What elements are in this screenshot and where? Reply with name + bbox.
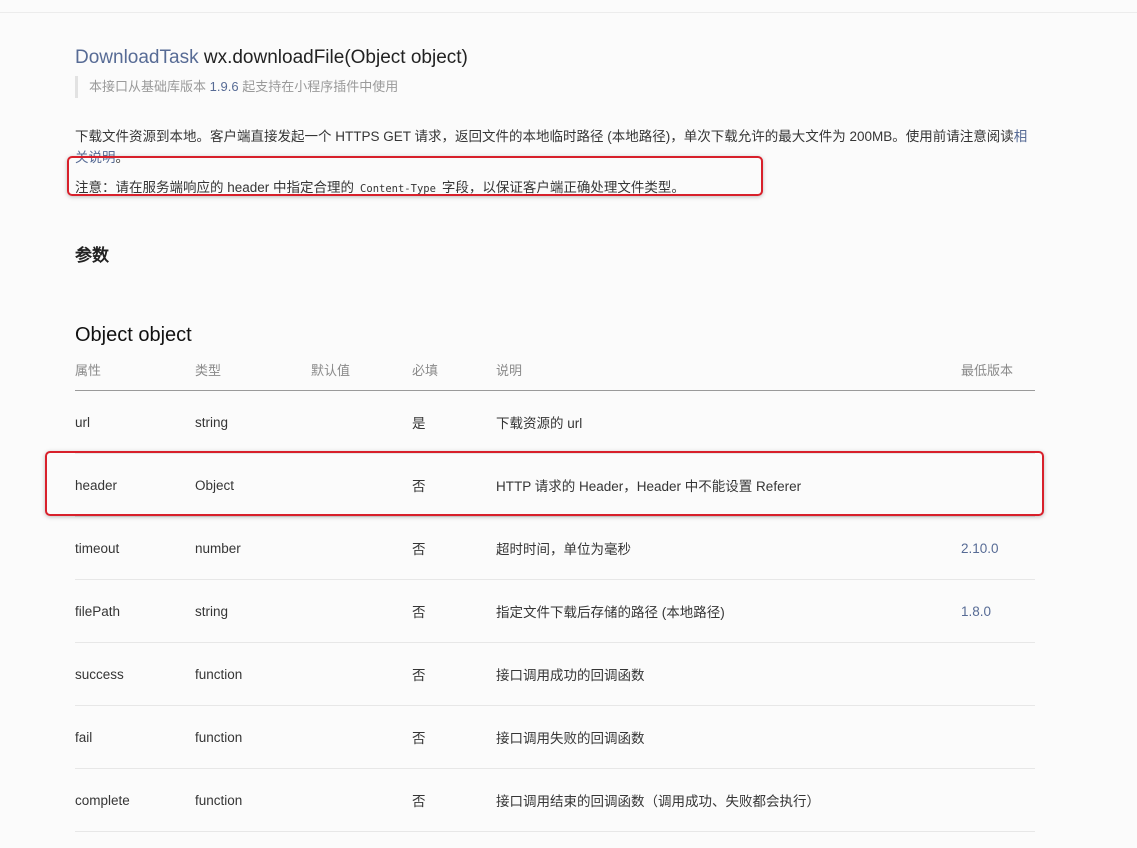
description-end: 。 [115,149,130,165]
downloadtask-type-link[interactable]: DownloadTask [75,47,199,68]
table-row: timeout number 否 超时时间，单位为毫秒 2.10.0 [75,516,1035,580]
cell-min-version [961,390,1035,454]
cell-min-version [961,453,1035,517]
table-row: filePath string 否 指定文件下载后存储的路径 (本地路径) 1.… [75,579,1035,643]
header-description: 说明 [496,348,961,391]
cell-min-version [961,768,1035,832]
table-row: url string 是 下载资源的 url [75,390,1035,454]
cell-min-version [961,642,1035,706]
cell-property: url [75,390,195,454]
cell-min-version: 1.8.0 [961,579,1035,643]
cell-required: 否 [412,642,496,706]
cell-description: HTTP 请求的 Header，Header 中不能设置 Referer [496,453,961,517]
api-description: 下载文件资源到本地。客户端直接发起一个 HTTPS GET 请求，返回文件的本地… [75,126,1035,168]
cell-description: 接口调用失败的回调函数 [496,705,961,769]
table-header-row: 属性 类型 默认值 必填 说明 最低版本 [75,348,1035,391]
support-note-prefix: 本接口从基础库版本 [89,79,207,94]
cell-property: fail [75,705,195,769]
cell-type: string [195,579,311,643]
header-default: 默认值 [311,348,412,391]
cell-required: 否 [412,453,496,517]
cell-default [311,642,412,706]
cell-default [311,516,412,580]
cell-property: header [75,453,195,517]
cell-required: 否 [412,516,496,580]
cell-type: function [195,768,311,832]
cell-property: success [75,642,195,706]
cell-required: 是 [412,390,496,454]
table-row: fail function 否 接口调用失败的回调函数 [75,705,1035,769]
plugin-support-note: 本接口从基础库版本 1.9.6 起支持在小程序插件中使用 [75,76,398,98]
cell-default [311,390,412,454]
cell-type: number [195,516,311,580]
cell-type: function [195,705,311,769]
object-heading: Object object [75,323,192,346]
support-note-suffix: 起支持在小程序插件中使用 [242,79,399,94]
table-row: success function 否 接口调用成功的回调函数 [75,642,1035,706]
cell-min-version [961,705,1035,769]
cell-description: 接口调用结束的回调函数（调用成功、失败都会执行） [496,768,961,832]
cell-required: 否 [412,768,496,832]
note-suffix: 字段，以保证客户端正确处理文件类型。 [441,179,685,195]
page-title: DownloadTask wx.downloadFile(Object obje… [75,47,468,69]
cell-description: 超时时间，单位为毫秒 [496,516,961,580]
description-text: 下载文件资源到本地。客户端直接发起一个 HTTPS GET 请求，返回文件的本地… [75,128,1014,144]
cell-default [311,768,412,832]
cell-type: function [195,642,311,706]
cell-min-version: 2.10.0 [961,516,1035,580]
top-divider [0,12,1137,13]
api-signature: wx.downloadFile(Object object) [203,46,468,68]
cell-default [311,453,412,517]
note-prefix: 注意：请在服务端响应的 header 中指定合理的 [75,179,355,195]
header-required: 必填 [412,348,496,391]
cell-description: 接口调用成功的回调函数 [496,642,961,706]
table-row: complete function 否 接口调用结束的回调函数（调用成功、失败都… [75,768,1035,832]
params-heading: 参数 [75,246,109,265]
header-min-version: 最低版本 [961,348,1035,391]
cell-property: timeout [75,516,195,580]
content-type-code: Content-Type [360,182,436,195]
table-row: header Object 否 HTTP 请求的 Header，Header 中… [75,453,1035,517]
cell-type: string [195,390,311,454]
cell-description: 下载资源的 url [496,390,961,454]
cell-type: Object [195,453,311,517]
support-note-version: 1.9.6 [209,79,239,94]
params-table: 属性 类型 默认值 必填 说明 最低版本 url string 是 下载资源的 … [75,348,1035,832]
cell-description: 指定文件下载后存储的路径 (本地路径) [496,579,961,643]
cell-required: 否 [412,705,496,769]
cell-default [311,579,412,643]
cell-required: 否 [412,579,496,643]
cell-property: complete [75,768,195,832]
cell-property: filePath [75,579,195,643]
header-type: 类型 [195,348,311,391]
content-type-note: 注意：请在服务端响应的 header 中指定合理的 Content-Type 字段，… [75,177,685,200]
cell-default [311,705,412,769]
header-property: 属性 [75,348,195,391]
